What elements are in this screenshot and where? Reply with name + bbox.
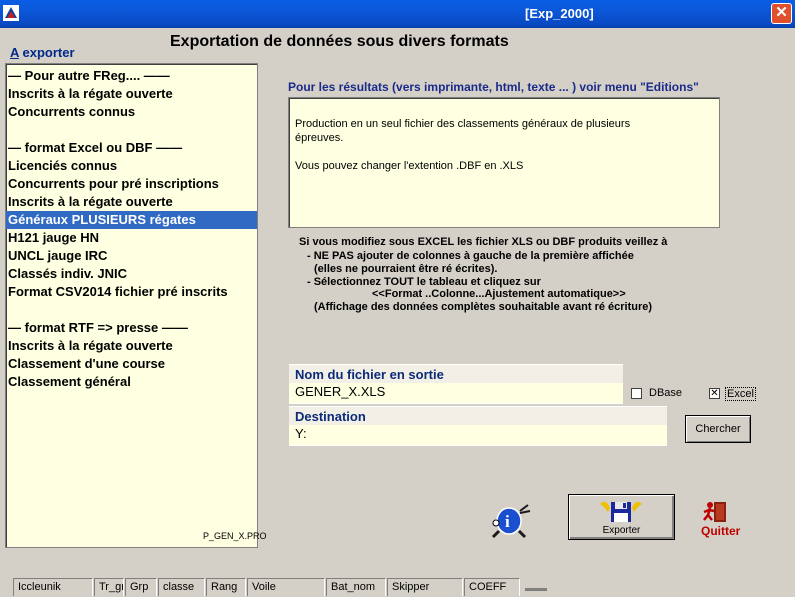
- status-separator: [525, 588, 547, 591]
- list-item[interactable]: Licenciés connus: [6, 157, 257, 175]
- title-bar[interactable]: [Exp_2000] ✕: [0, 0, 795, 28]
- warning-line: Si vous modifiez sous EXCEL les fichier …: [299, 236, 668, 248]
- browse-button[interactable]: Chercher: [685, 415, 751, 443]
- description-line: Production en un seul fichier des classe…: [295, 118, 631, 130]
- list-item[interactable]: UNCL jauge IRC: [6, 247, 257, 265]
- page-title: Exportation de données sous divers forma…: [170, 33, 509, 50]
- status-cell: Skipper: [387, 578, 463, 596]
- list-item[interactable]: — format RTF => presse ——: [6, 319, 257, 337]
- list-item[interactable]: Inscrits à la régate ouverte: [6, 85, 257, 103]
- close-button[interactable]: ✕: [771, 3, 792, 24]
- list-item[interactable]: Classement général: [6, 373, 257, 391]
- export-list-label: A exporter: [10, 45, 75, 60]
- svg-text:i: i: [505, 512, 510, 531]
- list-item[interactable]: Concurrents pour pré inscriptions: [6, 175, 257, 193]
- warning-line: - Sélectionnez TOUT le tableau et clique…: [307, 276, 541, 288]
- list-item[interactable]: Format CSV2014 fichier pré inscrits: [6, 283, 257, 301]
- description-line: Vous pouvez changer l'extention .DBF en …: [295, 160, 524, 172]
- floppy-disk-icon: [600, 501, 642, 522]
- results-info-heading: Pour les résultats (vers imprimante, htm…: [288, 80, 699, 94]
- description-box: Production en un seul fichier des classe…: [288, 97, 720, 228]
- list-item[interactable]: H121 jauge HN: [6, 229, 257, 247]
- status-cell: Grp: [125, 578, 157, 596]
- app-icon: [3, 5, 19, 21]
- export-button-label: Exporter: [602, 525, 641, 536]
- export-label-text: exporter: [18, 45, 75, 60]
- list-item[interactable]: Classés indiv. JNIC: [6, 265, 257, 283]
- dbase-checkbox[interactable]: [631, 388, 642, 399]
- destination-label: Destination: [289, 406, 667, 425]
- description-line: épreuves.: [295, 132, 344, 144]
- exit-door-icon[interactable]: [700, 500, 730, 524]
- status-cell: classe: [158, 578, 205, 596]
- quit-label[interactable]: Quitter: [701, 524, 740, 538]
- warning-line: <<Format ..Colonne...Ajustement automati…: [372, 288, 626, 300]
- list-item[interactable]: — Pour autre FReg.... ——: [6, 67, 257, 85]
- status-cell: Tr_gr: [94, 578, 124, 596]
- export-label-accelerator: A: [10, 45, 19, 60]
- status-bar: Iccleunik Tr_gr Grp classe Rang Voile Ba…: [0, 576, 795, 597]
- export-button[interactable]: Exporter: [568, 494, 675, 540]
- list-item[interactable]: Concurrents connus: [6, 103, 257, 121]
- warning-line: (elles ne pourraient être ré écrites).: [314, 263, 498, 275]
- list-item[interactable]: Inscrits à la régate ouverte: [6, 193, 257, 211]
- list-item[interactable]: Classement d'une course: [6, 355, 257, 373]
- export-type-list[interactable]: — Pour autre FReg.... —— Inscrits à la ré…: [5, 63, 258, 548]
- list-item[interactable]: — format Excel ou DBF ——: [6, 139, 257, 157]
- excel-checkbox[interactable]: ✕: [709, 388, 720, 399]
- status-cell: Bat_nom: [326, 578, 386, 596]
- filename-input[interactable]: GENER_X.XLS: [289, 383, 623, 404]
- status-cell: Voile: [247, 578, 325, 596]
- status-cell: COEFF: [464, 578, 520, 596]
- warning-line: (Affichage des données complètes souhait…: [314, 301, 653, 313]
- list-item[interactable]: Inscrits à la régate ouverte: [6, 337, 257, 355]
- window-title: [Exp_2000]: [525, 6, 594, 21]
- status-cell: Iccleunik: [13, 578, 93, 596]
- dbase-label: DBase: [649, 387, 683, 399]
- excel-label: Excel: [725, 387, 756, 401]
- filename-label: Nom du fichier en sortie: [289, 364, 623, 383]
- warning-line: - NE PAS ajouter de colonnes à gauche de…: [307, 250, 634, 262]
- status-cell: Rang: [206, 578, 246, 596]
- help-icon[interactable]: i: [490, 501, 532, 541]
- list-item[interactable]: Généraux PLUSIEURS régates: [6, 211, 257, 229]
- program-name: P_GEN_X.PRO: [203, 531, 267, 541]
- export-window: [Exp_2000] ✕ Exportation de données sous…: [0, 0, 795, 597]
- destination-input[interactable]: Y:: [289, 425, 667, 446]
